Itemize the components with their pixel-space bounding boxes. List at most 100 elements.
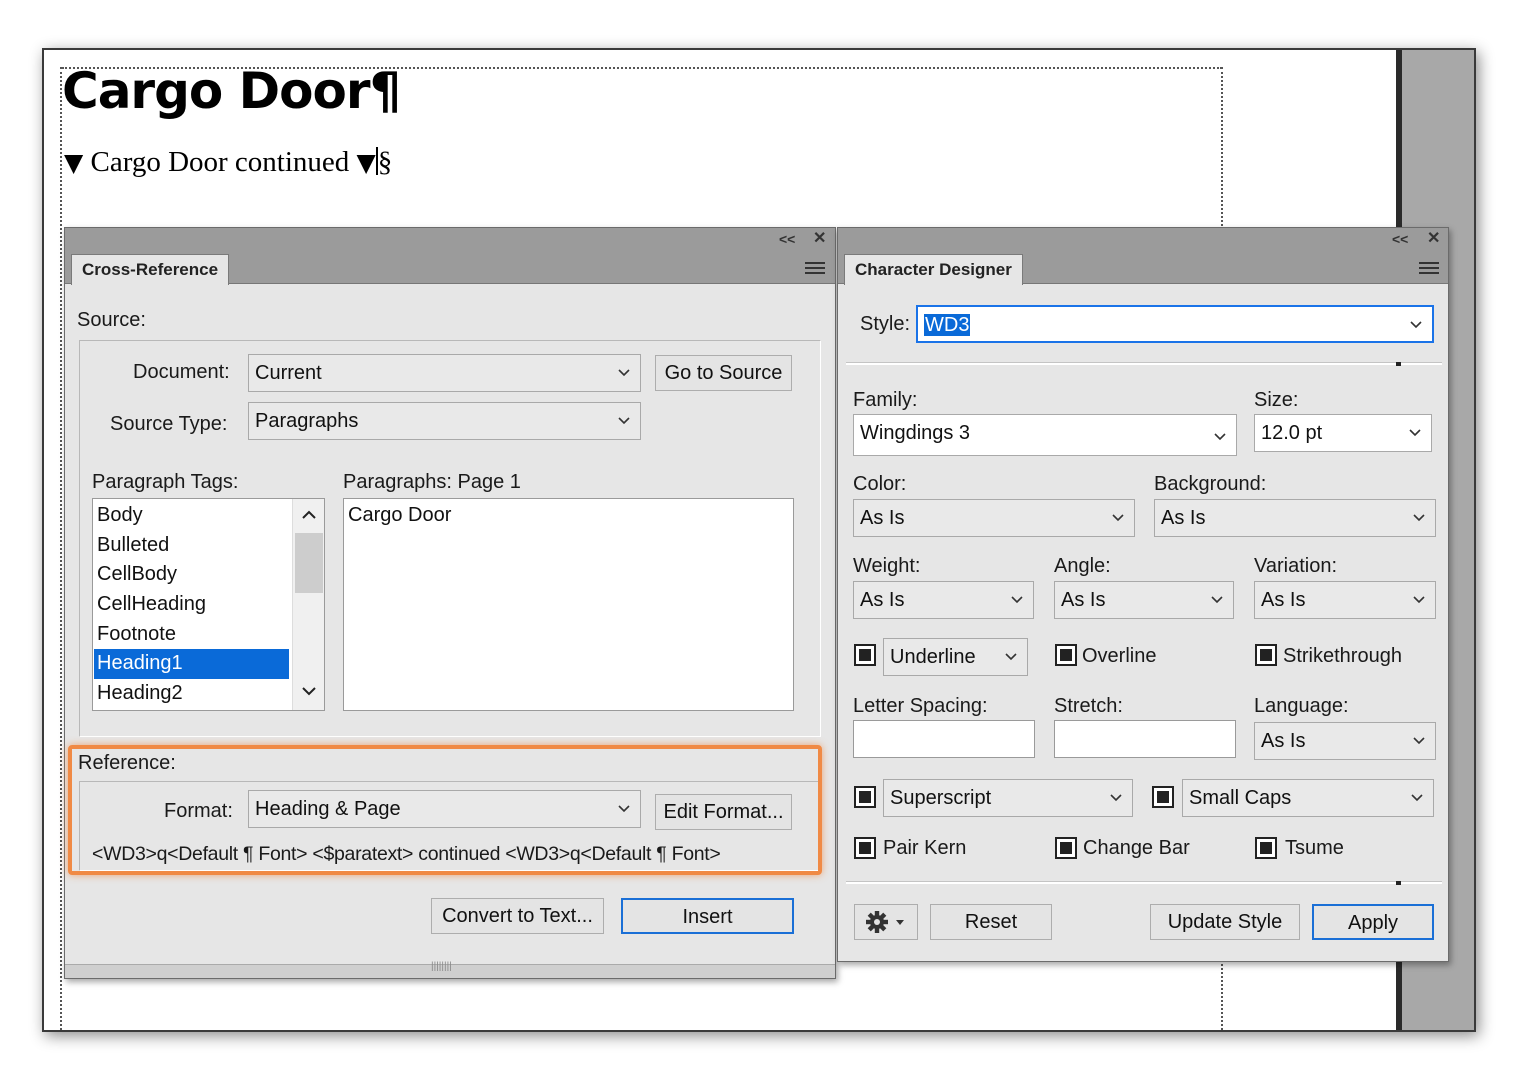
weight-select[interactable]: As Is	[853, 581, 1034, 619]
background-label: Background:	[1154, 473, 1267, 495]
panel-menu-icon[interactable]	[805, 262, 825, 276]
scroll-thumb[interactable]	[295, 533, 323, 593]
paragraph-tags-list[interactable]: Body Bulleted CellBody CellHeading Footnote H…	[92, 498, 325, 711]
paragraph-tags-label: Paragraph Tags:	[92, 471, 239, 493]
angle-select[interactable]: As Is	[1054, 581, 1234, 619]
paragraphs-list[interactable]: Cargo Door	[343, 498, 794, 711]
size-label: Size:	[1254, 389, 1299, 411]
overline-label[interactable]: Overline	[1082, 644, 1156, 668]
convert-to-text-button[interactable]: Convert to Text...	[431, 898, 604, 934]
color-label: Color:	[853, 473, 907, 495]
chevron-down-icon	[1413, 514, 1425, 522]
superscript-checkbox[interactable]	[854, 786, 876, 808]
document-heading[interactable]: Cargo Door¶	[62, 62, 401, 120]
change-bar-label[interactable]: Change Bar	[1083, 836, 1190, 860]
source-label: Source:	[77, 309, 146, 331]
triangle-right-glyph: ▼	[356, 148, 376, 177]
panel-menu-icon[interactable]	[1419, 262, 1439, 276]
weight-label: Weight:	[853, 555, 921, 577]
scroll-up-icon	[302, 510, 316, 519]
paragraph-tag-item[interactable]: Bulleted	[94, 531, 294, 561]
underline-select[interactable]: Underline	[883, 638, 1028, 676]
chevron-down-icon	[1413, 596, 1425, 604]
letter-spacing-label: Letter Spacing:	[853, 695, 988, 717]
paragraph-tag-item[interactable]: Heading2	[94, 679, 294, 709]
small-caps-checkbox[interactable]	[1152, 786, 1174, 808]
source-type-label: Source Type:	[110, 413, 228, 435]
paragraph-tag-item[interactable]: Heading1	[94, 649, 289, 680]
variation-select[interactable]: As Is	[1254, 581, 1436, 619]
resize-grip-icon[interactable]: ||||||||	[431, 961, 452, 972]
chevron-down-icon	[1413, 737, 1425, 745]
paragraph-item[interactable]: Cargo Door	[345, 501, 451, 531]
insert-button[interactable]: Insert	[621, 898, 794, 934]
paragraphs-page-label: Paragraphs: Page 1	[343, 471, 521, 493]
superscript-select[interactable]: Superscript	[883, 779, 1133, 817]
chevron-down-icon	[618, 417, 630, 425]
strikethrough-label[interactable]: Strikethrough	[1283, 644, 1402, 668]
tags-scrollbar[interactable]	[292, 499, 324, 710]
stretch-input[interactable]	[1054, 720, 1236, 758]
chevron-down-icon	[1410, 321, 1422, 329]
collapse-panel-icon[interactable]: <<	[779, 230, 795, 248]
paragraph-tag-item[interactable]: CellHeading	[94, 590, 294, 620]
pair-kern-checkbox[interactable]	[854, 837, 876, 859]
close-panel-icon[interactable]: ✕	[813, 230, 826, 248]
separator	[846, 362, 1442, 365]
paragraph-tag-item[interactable]: Footnote	[94, 620, 294, 650]
go-to-source-button[interactable]: Go to Source	[655, 355, 792, 391]
background-select[interactable]: As Is	[1154, 499, 1436, 537]
panel-titlebar: << ✕	[65, 228, 835, 252]
overline-checkbox[interactable]	[1055, 644, 1077, 666]
pair-kern-label[interactable]: Pair Kern	[883, 836, 966, 860]
update-style-button[interactable]: Update Style	[1150, 904, 1300, 940]
panel-titlebar: << ✕	[838, 228, 1448, 252]
chevron-down-icon	[1005, 653, 1017, 661]
text-frame-border-left	[60, 67, 62, 1030]
underline-checkbox[interactable]	[854, 644, 876, 666]
small-caps-select[interactable]: Small Caps	[1182, 779, 1434, 817]
gear-icon	[866, 911, 904, 933]
section-mark: §	[377, 146, 393, 178]
continued-reference-line[interactable]: ▼ Cargo Door continued ▼§	[64, 146, 392, 179]
collapse-panel-icon[interactable]: <<	[1392, 230, 1408, 248]
style-label: Style:	[860, 313, 911, 335]
paragraph-tag-item[interactable]: Body	[94, 501, 294, 531]
chevron-down-icon	[1409, 429, 1421, 437]
angle-label: Angle:	[1054, 555, 1111, 577]
paragraph-tag-item[interactable]: CellBody	[94, 560, 294, 590]
gear-menu-button[interactable]	[854, 904, 918, 940]
tab-cross-reference[interactable]: Cross-Reference	[71, 254, 230, 285]
reset-button[interactable]: Reset	[930, 904, 1052, 940]
chevron-down-icon	[1211, 596, 1223, 604]
letter-spacing-input[interactable]	[853, 720, 1035, 758]
language-select[interactable]: As Is	[1254, 722, 1436, 760]
source-type-select[interactable]: Paragraphs	[248, 402, 641, 440]
stretch-label: Stretch:	[1054, 695, 1123, 717]
document-label: Document:	[133, 361, 230, 383]
close-panel-icon[interactable]: ✕	[1427, 230, 1440, 248]
color-select[interactable]: As Is	[853, 499, 1135, 537]
strikethrough-checkbox[interactable]	[1255, 644, 1277, 666]
resize-bar[interactable]: ||||||||	[65, 961, 835, 978]
change-bar-checkbox[interactable]	[1055, 837, 1077, 859]
family-label: Family:	[853, 389, 918, 411]
chevron-down-icon	[1411, 794, 1423, 802]
document-select[interactable]: Current	[248, 354, 641, 392]
separator-mark	[1396, 362, 1401, 366]
tab-character-designer[interactable]: Character Designer	[844, 254, 1023, 285]
language-label: Language:	[1254, 695, 1349, 717]
character-designer-panel: << ✕ Character Designer Style: WD3 Famil…	[837, 227, 1449, 962]
panel-tabbar: Character Designer	[838, 252, 1448, 285]
chevron-down-icon	[1110, 794, 1122, 802]
size-select[interactable]: 12.0 pt	[1254, 414, 1432, 452]
tsume-checkbox[interactable]	[1255, 837, 1277, 859]
variation-label: Variation:	[1254, 555, 1338, 577]
tsume-label[interactable]: Tsume	[1285, 836, 1344, 860]
triangle-left-glyph: ▼	[64, 148, 84, 177]
chevron-down-icon	[618, 369, 630, 377]
apply-button[interactable]: Apply	[1312, 904, 1434, 940]
separator-mark	[1396, 881, 1401, 885]
style-select[interactable]: WD3	[916, 305, 1434, 343]
family-select[interactable]: Wingdings 3	[853, 414, 1237, 456]
